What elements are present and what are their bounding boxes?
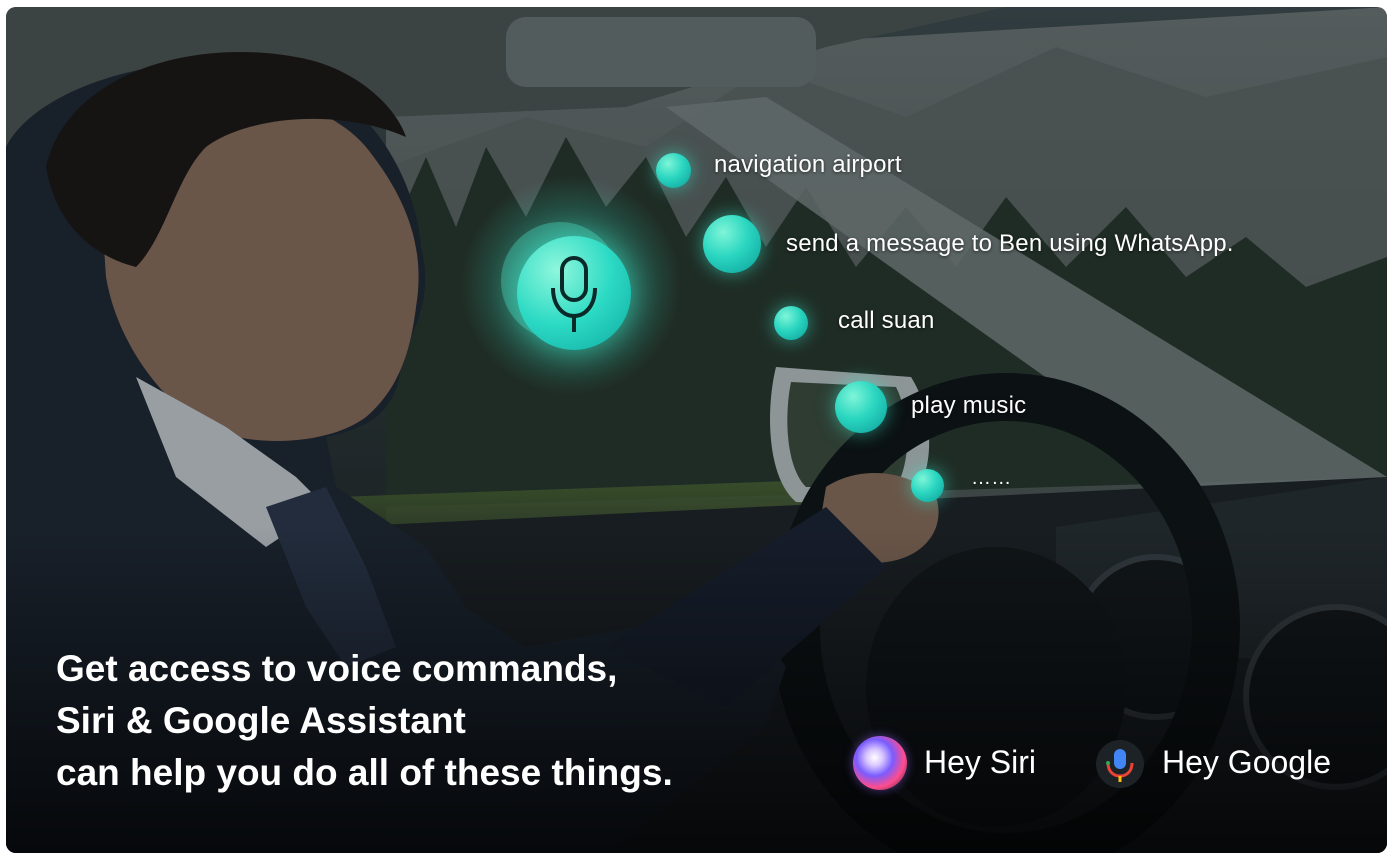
- headline: Get access to voice commands, Siri & Goo…: [56, 643, 673, 799]
- headline-line-2: Siri & Google Assistant: [56, 700, 466, 741]
- command-label: call suan: [838, 307, 935, 334]
- banner-frame: navigation airport send a message to Ben…: [6, 7, 1387, 853]
- command-label: play music: [911, 392, 1027, 419]
- siri-label: Hey Siri: [924, 744, 1037, 780]
- google-assistant-label: Hey Google: [1162, 744, 1331, 780]
- microphone-button[interactable]: [501, 222, 639, 350]
- microphone-icon: [551, 256, 597, 332]
- command-label: navigation airport: [714, 151, 902, 178]
- command-label: send a message to Ben using WhatsApp.: [786, 230, 1234, 257]
- headline-line-1: Get access to voice commands,: [56, 648, 618, 689]
- siri-icon: [853, 736, 907, 790]
- command-dot-icon: [911, 469, 944, 502]
- command-dot-icon: [835, 381, 887, 433]
- command-dot-icon: [703, 215, 761, 273]
- command-label: ……: [971, 467, 1012, 489]
- command-dot-icon: [774, 306, 808, 340]
- headline-line-3: can help you do all of these things.: [56, 752, 673, 793]
- command-dot-icon: [656, 153, 691, 188]
- google-assistant-mic-icon: [1096, 740, 1144, 788]
